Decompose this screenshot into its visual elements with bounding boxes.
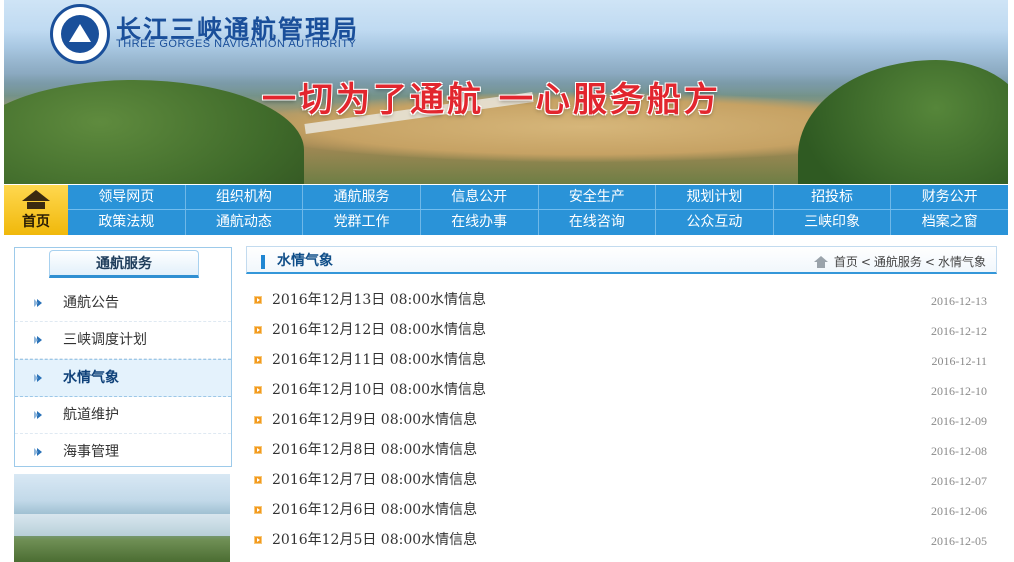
list-item[interactable]: 2016年12月7日 08:00水情信息 2016-12-07	[246, 466, 997, 496]
bullet-icon	[254, 386, 262, 394]
sidebar-title: 通航服务	[49, 250, 199, 278]
list-item-date: 2016-12-12	[931, 324, 987, 338]
nav-row-2: 政策法规 通航动态 党群工作 在线办事 在线咨询 公众互动 三峡印象 档案之窗	[68, 210, 1008, 235]
breadcrumb-home[interactable]: 首页	[834, 253, 858, 270]
list-item[interactable]: 2016年12月10日 08:00水情信息 2016-12-10	[246, 376, 997, 406]
arrow-right-icon	[34, 448, 42, 456]
header-banner: 长江三峡通航管理局 THREE GORGES NAVIGATION AUTHOR…	[4, 0, 1008, 184]
nav-item[interactable]: 领导网页	[68, 185, 185, 209]
nav-item[interactable]: 在线办事	[419, 210, 538, 235]
sidebar-item-dispatch-plan[interactable]: 三峡调度计划	[15, 322, 231, 359]
bullet-icon	[254, 416, 262, 424]
arrow-right-icon	[34, 299, 42, 307]
sidebar-menu: 通航公告 三峡调度计划 水情气象 航道维护 海事管理	[15, 285, 231, 470]
list-item-date: 2016-12-09	[931, 414, 987, 428]
sidebar-item-hydro-weather[interactable]: 水情气象	[15, 359, 231, 397]
breadcrumb-level2[interactable]: 水情气象	[938, 253, 986, 270]
sidebar-item-maritime[interactable]: 海事管理	[15, 434, 231, 470]
nav-item[interactable]: 通航服务	[302, 185, 420, 209]
org-name-en: THREE GORGES NAVIGATION AUTHORITY	[116, 38, 357, 50]
nav-home-label: 首页	[22, 213, 50, 230]
list-item-title[interactable]: 2016年12月6日 08:00水情信息	[272, 496, 477, 524]
list-item[interactable]: 2016年12月12日 08:00水情信息 2016-12-12	[246, 316, 997, 346]
breadcrumb-separator: <	[860, 254, 871, 269]
bullet-icon	[254, 476, 262, 484]
list-item[interactable]: 2016年12月8日 08:00水情信息 2016-12-08	[246, 436, 997, 466]
arrow-right-icon	[34, 336, 42, 344]
bullet-icon	[254, 356, 262, 364]
sidebar-item-label: 水情气象	[63, 370, 119, 386]
arrow-right-icon	[34, 411, 42, 419]
sidebar-item-label: 航道维护	[63, 407, 119, 423]
list-item-title[interactable]: 2016年12月10日 08:00水情信息	[272, 376, 486, 404]
list-item-date: 2016-12-07	[931, 474, 987, 488]
list-item-title[interactable]: 2016年12月8日 08:00水情信息	[272, 436, 477, 464]
content-header: 水情气象 首页 < 通航服务 < 水情气象	[246, 246, 997, 274]
list-item-date: 2016-12-10	[931, 384, 987, 398]
list-item-date: 2016-12-08	[931, 444, 987, 458]
main-content: 水情气象 首页 < 通航服务 < 水情气象 2016年12月13日 08:00水…	[246, 246, 997, 562]
nav-item[interactable]: 公众互动	[655, 210, 773, 235]
bullet-icon	[254, 326, 262, 334]
sidebar: 通航服务 通航公告 三峡调度计划 水情气象 航道维护 海事管理	[14, 247, 232, 467]
home-icon	[22, 189, 50, 201]
nav-item[interactable]: 财务公开	[890, 185, 1008, 209]
nav-item[interactable]: 安全生产	[537, 185, 656, 209]
list-item[interactable]: 2016年12月6日 08:00水情信息 2016-12-06	[246, 496, 997, 526]
sidebar-item-label: 三峡调度计划	[63, 332, 147, 348]
list-item-date: 2016-12-13	[931, 294, 987, 308]
list-item-title[interactable]: 2016年12月5日 08:00水情信息	[272, 526, 477, 554]
nav-item[interactable]: 招投标	[772, 185, 891, 209]
list-item[interactable]: 2016年12月11日 08:00水情信息 2016-12-11	[246, 346, 997, 376]
list-item-title[interactable]: 2016年12月12日 08:00水情信息	[272, 316, 486, 344]
breadcrumb-level1[interactable]: 通航服务	[874, 253, 922, 270]
home-icon	[813, 255, 828, 268]
sidebar-item-label: 通航公告	[63, 295, 119, 311]
home-icon-body	[27, 201, 45, 209]
main-nav: 首页 领导网页 组织机构 通航服务 信息公开 安全生产 规划计划 招投标 财务公…	[4, 185, 1008, 235]
list-item-date: 2016-12-05	[931, 534, 987, 548]
bullet-icon	[254, 506, 262, 514]
list-item-title[interactable]: 2016年12月13日 08:00水情信息	[272, 286, 486, 314]
banner-slogan: 一切为了通航 一心服务船方	[262, 80, 721, 120]
nav-row-1: 领导网页 组织机构 通航服务 信息公开 安全生产 规划计划 招投标 财务公开	[68, 185, 1008, 210]
page-title: 水情气象	[277, 253, 333, 269]
list-item[interactable]: 2016年12月9日 08:00水情信息 2016-12-09	[246, 406, 997, 436]
bullet-icon	[254, 446, 262, 454]
sidebar-landscape-image	[14, 474, 230, 562]
list-item[interactable]: 2016年12月5日 08:00水情信息 2016-12-05	[246, 526, 997, 556]
list-item-title[interactable]: 2016年12月9日 08:00水情信息	[272, 406, 477, 434]
nav-home-button[interactable]: 首页	[4, 185, 68, 235]
nav-item[interactable]: 在线咨询	[537, 210, 656, 235]
sidebar-item-label: 海事管理	[63, 444, 119, 460]
breadcrumb: 首页 < 通航服务 < 水情气象	[813, 253, 986, 270]
nav-item[interactable]: 组织机构	[184, 185, 303, 209]
list-item-date: 2016-12-06	[931, 504, 987, 518]
article-list: 2016年12月13日 08:00水情信息 2016-12-13 2016年12月…	[246, 286, 997, 556]
arrow-right-icon	[34, 374, 42, 382]
nav-item[interactable]: 信息公开	[419, 185, 538, 209]
nav-item[interactable]: 三峡印象	[772, 210, 891, 235]
nav-item[interactable]: 规划计划	[655, 185, 773, 209]
list-item-date: 2016-12-11	[931, 354, 987, 368]
nav-item[interactable]: 政策法规	[68, 210, 185, 235]
sidebar-item-notices[interactable]: 通航公告	[15, 285, 231, 322]
list-item[interactable]: 2016年12月13日 08:00水情信息 2016-12-13	[246, 286, 997, 316]
title-marker	[261, 255, 265, 269]
sidebar-item-channel-maintenance[interactable]: 航道维护	[15, 397, 231, 434]
list-item-title[interactable]: 2016年12月11日 08:00水情信息	[272, 346, 486, 374]
breadcrumb-separator: <	[924, 254, 935, 269]
authority-emblem-icon[interactable]	[50, 4, 110, 64]
bullet-icon	[254, 296, 262, 304]
nav-item[interactable]: 党群工作	[302, 210, 420, 235]
nav-item[interactable]: 档案之窗	[890, 210, 1008, 235]
bullet-icon	[254, 536, 262, 544]
nav-item[interactable]: 通航动态	[184, 210, 303, 235]
list-item-title[interactable]: 2016年12月7日 08:00水情信息	[272, 466, 477, 494]
